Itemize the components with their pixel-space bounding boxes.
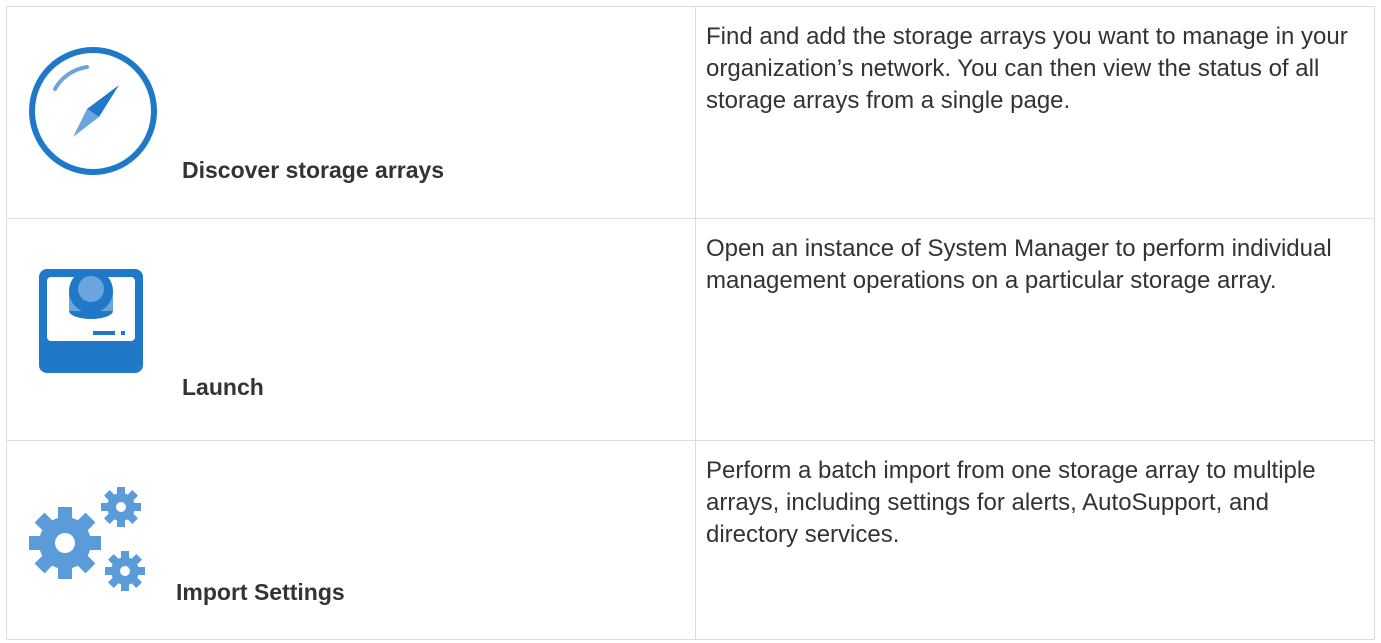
gears-icon <box>21 475 151 595</box>
table-row: Discover storage arrays Find and add the… <box>6 6 1375 219</box>
feature-title: Launch <box>182 374 264 400</box>
table-row: Import Settings Perform a batch import f… <box>6 440 1375 640</box>
compass-icon <box>27 45 159 177</box>
feature-description-cell: Find and add the storage arrays you want… <box>695 6 1375 219</box>
feature-table: Discover storage arrays Find and add the… <box>6 6 1375 640</box>
feature-cell-discover[interactable]: Discover storage arrays <box>6 6 696 219</box>
feature-description: Perform a batch import from one storage … <box>706 457 1316 548</box>
feature-title: Import Settings <box>176 579 345 605</box>
table-row: Launch Open an instance of System Manage… <box>6 218 1375 441</box>
feature-description: Open an instance of System Manager to pe… <box>706 235 1332 294</box>
feature-description-cell: Open an instance of System Manager to pe… <box>695 218 1375 441</box>
storage-device-icon <box>35 265 147 377</box>
feature-description: Find and add the storage arrays you want… <box>706 23 1348 114</box>
feature-description-cell: Perform a batch import from one storage … <box>695 440 1375 640</box>
feature-title: Discover storage arrays <box>182 157 445 183</box>
feature-cell-import-settings[interactable]: Import Settings <box>6 440 696 640</box>
feature-cell-launch[interactable]: Launch <box>6 218 696 441</box>
